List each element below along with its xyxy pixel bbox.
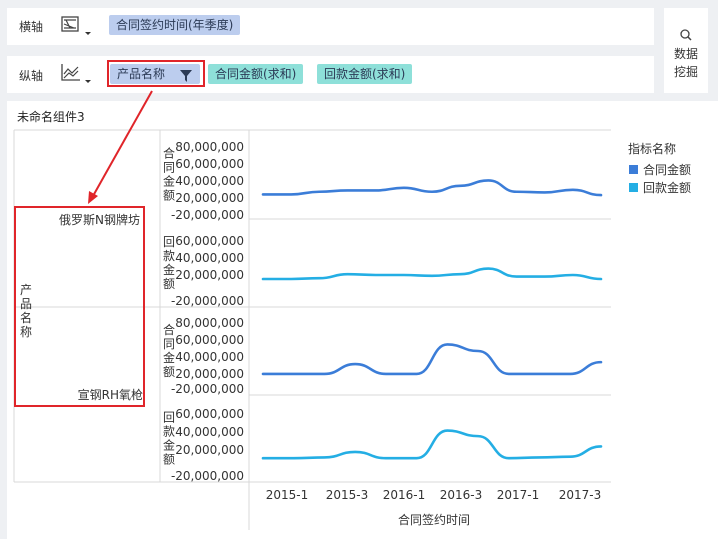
- y-axis-title-char: 金: [163, 262, 175, 277]
- row-dim-title-vertical: 产品名称: [20, 283, 32, 339]
- y-tick-label: 60,000,000: [175, 333, 244, 347]
- y-tick-label: 80,000,000: [175, 316, 244, 330]
- y-axis-title-char: 金: [163, 174, 175, 189]
- annotation-arrow-line: [92, 90, 153, 197]
- x-tick-label: 2017-1: [497, 488, 540, 502]
- row-dim-top: 俄罗斯N钢牌坊: [59, 212, 140, 227]
- legend-label-payment[interactable]: 回款金额: [643, 180, 691, 195]
- y-tick-label: 20,000,000: [175, 367, 244, 381]
- x-tick-label: 2015-3: [326, 488, 369, 502]
- y-axis-title-char: 额: [163, 365, 175, 379]
- legend-label-contract[interactable]: 合同金额: [643, 162, 691, 177]
- y-axis-title-char: 合: [163, 322, 175, 337]
- series-line-回款金额: [261, 267, 603, 281]
- legend-swatch-contract: [629, 165, 638, 174]
- y-axis-title-char: 金: [163, 438, 175, 453]
- chart-panels: 80,000,000 60,000,000 40,000,000 20,000,000…: [163, 140, 603, 483]
- series-line-合同金额: [261, 179, 603, 197]
- y-tick-label: 60,000,000: [175, 234, 244, 248]
- legend-title: 指标名称: [628, 141, 676, 156]
- y-axis-title-char: 回: [163, 235, 175, 249]
- row-dim-title-char: 产: [20, 283, 32, 297]
- y-axis-title-char: 合: [163, 146, 175, 161]
- y-axis-title-char: 额: [163, 453, 175, 467]
- x-axis-title: 合同签约时间: [398, 512, 470, 527]
- y-tick-label: 60,000,000: [175, 407, 244, 421]
- row-dim-title-char: 名: [20, 310, 32, 325]
- y-axis-title-char: 款: [163, 425, 175, 439]
- y-tick-label: 40,000,000: [175, 425, 244, 439]
- y-axis-title-char: 款: [163, 249, 175, 263]
- y-axis-title-char: 回: [163, 411, 175, 425]
- x-tick-label: 2017-3: [559, 488, 602, 502]
- y-tick-label: -20,000,000: [171, 382, 244, 396]
- y-tick-label: 20,000,000: [175, 268, 244, 282]
- x-tick-label: 2015-1: [266, 488, 309, 502]
- x-tick-label: 2016-3: [440, 488, 483, 502]
- x-tick-label: 2016-1: [383, 488, 426, 502]
- y-tick-label: 60,000,000: [175, 157, 244, 171]
- y-tick-label: -20,000,000: [171, 469, 244, 483]
- series-line-合同金额: [261, 343, 603, 376]
- chart-frame: [13, 129, 611, 530]
- y-tick-label: 40,000,000: [175, 350, 244, 364]
- y-axis-title-char: 同: [163, 161, 175, 175]
- row-dim-bottom: 宣钢RH氧枪: [78, 387, 143, 402]
- y-tick-label: 40,000,000: [175, 174, 244, 188]
- row-dim-title-char: 称: [20, 325, 32, 339]
- y-axis-title-char: 同: [163, 337, 175, 351]
- annotation-arrow-head: [88, 191, 98, 204]
- y-tick-label: -20,000,000: [171, 208, 244, 222]
- y-axis-title-char: 金: [163, 350, 175, 365]
- x-axis-ticks: 2015-1 2015-3 2016-1 2016-3 2017-1 2017-3: [266, 488, 602, 502]
- legend-swatch-payment: [629, 183, 638, 192]
- y-tick-label: 20,000,000: [175, 191, 244, 205]
- y-tick-label: 40,000,000: [175, 251, 244, 265]
- chart: 俄罗斯N钢牌坊 宣钢RH氧枪 产品名称 80,000,000 60,000,000…: [13, 90, 691, 530]
- y-tick-label: 20,000,000: [175, 443, 244, 457]
- y-tick-label: -20,000,000: [171, 294, 244, 308]
- series-line-回款金额: [261, 429, 603, 460]
- y-axis-title-char: 额: [163, 277, 175, 291]
- y-tick-label: 80,000,000: [175, 140, 244, 154]
- row-dim-title-char: 品: [20, 297, 32, 311]
- y-axis-title-char: 额: [163, 189, 175, 203]
